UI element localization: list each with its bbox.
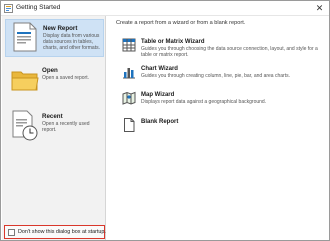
sidebar-item-description: Open a saved report.: [42, 75, 89, 81]
sidebar: New Report Display data from various dat…: [2, 16, 106, 240]
option-map-wizard[interactable]: Map Wizard Displays report data against …: [122, 91, 322, 105]
map-icon: [122, 91, 136, 105]
option-chart-wizard[interactable]: Chart Wizard Guides you through creating…: [122, 65, 322, 79]
sidebar-item-new-report[interactable]: New Report Display data from various dat…: [5, 19, 104, 57]
recent-report-icon: [12, 110, 38, 141]
getting-started-dialog: Getting Started ✕ New Report Display dat…: [0, 0, 330, 241]
checkbox-label[interactable]: Don't show this dialog box at startup.: [18, 229, 106, 236]
sidebar-item-recent[interactable]: Recent Open a recently used report.: [5, 108, 104, 146]
dont-show-checkbox[interactable]: [8, 229, 15, 236]
close-button[interactable]: ✕: [313, 2, 326, 14]
option-description: Guides you through choosing the data sou…: [141, 46, 318, 58]
option-description: Displays report data against a geographi…: [141, 99, 267, 105]
title-bar: Getting Started ✕: [1, 1, 329, 16]
option-description: Guides you through creating column, line…: [141, 73, 290, 79]
sidebar-item-title: Recent: [42, 113, 63, 120]
option-blank-report[interactable]: Blank Report: [122, 118, 322, 132]
sidebar-item-description: Display data from various data sources i…: [43, 33, 100, 51]
app-icon: [4, 4, 13, 13]
option-title: Blank Report: [141, 119, 179, 125]
blank-report-icon: [124, 118, 135, 132]
intro-text: Create a report from a wizard or from a …: [116, 20, 246, 26]
new-report-icon: [13, 22, 37, 52]
startup-checkbox-row: Don't show this dialog box at startup.: [4, 225, 106, 239]
option-table-matrix-wizard[interactable]: Table or Matrix Wizard Guides you throug…: [122, 38, 322, 58]
window-title: Getting Started: [16, 4, 61, 11]
sidebar-item-description: Open a recently used report.: [42, 121, 90, 133]
option-title: Table or Matrix Wizard: [141, 39, 205, 45]
sidebar-item-title: Open: [42, 67, 58, 74]
option-title: Map Wizard: [141, 92, 175, 98]
option-title: Chart Wizard: [141, 66, 178, 72]
chart-icon: [123, 68, 135, 79]
sidebar-item-open[interactable]: Open Open a saved report.: [5, 62, 104, 100]
table-icon: [122, 38, 136, 52]
main-panel: Create a report from a wizard or from a …: [107, 16, 329, 240]
folder-icon: [11, 71, 39, 91]
sidebar-item-title: New Report: [43, 25, 78, 32]
